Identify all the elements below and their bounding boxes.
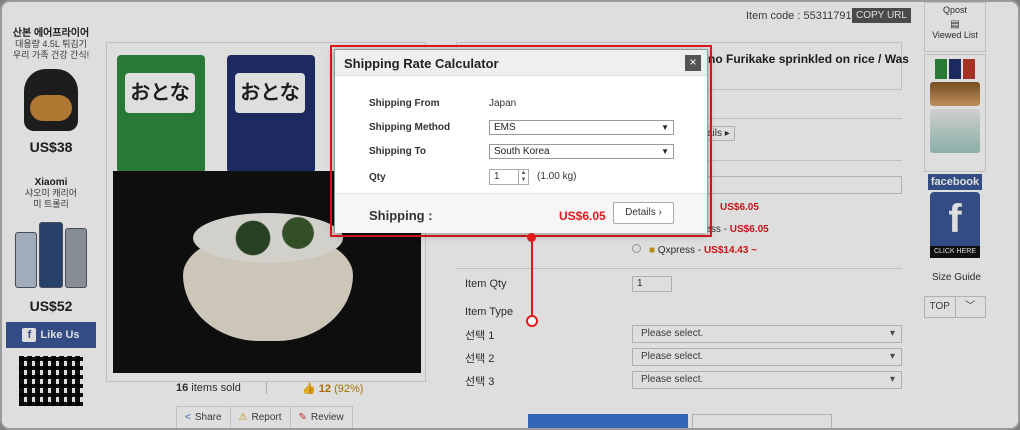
qty-stepper[interactable]: 1 ▲ ▼ xyxy=(489,169,529,185)
left-ad-column: 산본 에어프라이어 대용량 4.5L 튀김기 우리 가족 건강 간식! US$3… xyxy=(6,2,96,428)
shipping-to-label: Shipping To xyxy=(369,146,427,157)
warning-icon: ⚠ xyxy=(238,412,248,423)
thumbs-up-icon: 👍 xyxy=(302,383,316,395)
ad-desc: 우리 가족 건강 간식! xyxy=(12,50,90,60)
spinner-icon[interactable]: ▲ ▼ xyxy=(518,170,528,184)
pack-label: おとな xyxy=(235,73,305,113)
box-icon: ■ xyxy=(649,245,656,256)
ad-desc: 대용량 4.5L 튀김기 xyxy=(15,39,87,49)
modal-title: Shipping Rate Calculator xyxy=(344,56,499,71)
shipping-select[interactable] xyxy=(702,176,902,194)
shipping-option-1[interactable]: US$6.05 xyxy=(720,202,759,213)
shipping-to-select[interactable]: South Korea ▼ xyxy=(489,144,674,159)
callout-dot xyxy=(527,233,536,242)
ad-price: US$38 xyxy=(29,139,73,155)
viewed-list-label: Viewed List xyxy=(932,30,978,40)
shipping-total-label: Shipping : xyxy=(369,208,433,223)
option-select-1[interactable]: Please select. xyxy=(632,325,902,343)
ad-luggage[interactable]: Xiaomi 샤오미 캐리어 미 트롤리 US$52 xyxy=(6,177,96,314)
review-button[interactable]: ✎ Review xyxy=(291,407,352,428)
pack-label: おとな xyxy=(125,73,195,113)
share-button[interactable]: < Share xyxy=(177,407,231,428)
browser-frame: 산본 에어프라이어 대용량 4.5L 튀김기 우리 가족 건강 간식! US$3… xyxy=(0,0,1020,430)
product-pack-blue[interactable]: おとな xyxy=(227,55,315,173)
shipping-rate-modal: Shipping Rate Calculator × Shipping From… xyxy=(334,49,708,233)
close-icon[interactable]: × xyxy=(685,55,701,71)
qr-code xyxy=(19,356,83,406)
copy-url-button[interactable]: COPY URL xyxy=(852,8,911,23)
size-guide-link[interactable]: Size Guide xyxy=(932,272,981,283)
ad-brand: 산본 에어프라이어 xyxy=(12,28,90,39)
option-label: 선택 3 xyxy=(465,376,495,388)
sold-count: 16 items sold xyxy=(176,382,241,394)
ad-desc: 샤오미 캐리어 xyxy=(24,188,78,198)
viewed-thumb[interactable] xyxy=(935,59,947,79)
likes-count[interactable]: 👍 12 (92%) xyxy=(302,382,363,395)
dropdown-arrow-icon: ▼ xyxy=(661,147,669,156)
luggage-image xyxy=(11,214,91,294)
action-bar: < Share ⚠ Report ✎ Review xyxy=(176,406,353,428)
facebook-banner[interactable]: facebook xyxy=(928,174,982,190)
callout-line xyxy=(531,237,533,319)
ad-price: US$52 xyxy=(29,298,73,314)
share-icon: < xyxy=(185,412,191,423)
modal-header: Shipping Rate Calculator × xyxy=(335,50,707,76)
ad-airfryer[interactable]: 산본 에어프라이어 대용량 4.5L 튀김기 우리 가족 건강 간식! US$3… xyxy=(6,24,96,155)
option-label: 선택 2 xyxy=(465,353,495,365)
ad-brand: Xiaomi xyxy=(34,177,68,188)
chevron-right-icon: › xyxy=(658,207,662,218)
shipping-from-value: Japan xyxy=(489,98,517,109)
facebook-like-button[interactable]: f Like Us xyxy=(6,322,96,348)
modal-footer: Shipping : US$6.05 Details › xyxy=(335,193,707,233)
viewed-thumbs xyxy=(924,54,986,172)
clipboard-icon: ▤ xyxy=(950,19,960,30)
product-stats: 16 items sold 👍 12 (92%) < Share ⚠ Report … xyxy=(106,382,426,428)
viewed-list-box[interactable]: Qpost ▤ Viewed List xyxy=(924,2,986,52)
shipping-total-price: US$6.05 xyxy=(559,209,606,223)
option-label: 선택 1 xyxy=(465,330,495,342)
shipping-method-select[interactable]: EMS ▼ xyxy=(489,120,674,135)
dropdown-arrow-icon: ▼ xyxy=(661,123,669,132)
right-sidebar: Qpost ▤ Viewed List facebook f CLICK HER… xyxy=(924,2,988,428)
viewed-thumb[interactable] xyxy=(930,109,980,153)
shipping-method-label: Shipping Method xyxy=(369,122,451,133)
top-controls: TOP ﹀ xyxy=(924,296,986,318)
airfryer-image xyxy=(16,65,86,135)
qty-weight: (1.00 kg) xyxy=(537,171,577,182)
item-qty-label: Item Qty xyxy=(465,278,507,290)
shipping-option-2[interactable]: ress - US$6.05 xyxy=(702,224,769,235)
shipping-option-qxpress[interactable]: ■ Qxpress - US$14.43 ~ xyxy=(632,244,757,256)
top-button[interactable]: TOP xyxy=(925,297,956,317)
viewed-thumb[interactable] xyxy=(963,59,975,79)
report-button[interactable]: ⚠ Report xyxy=(231,407,291,428)
viewed-thumb[interactable] xyxy=(930,82,980,106)
chevron-down-icon[interactable]: ﹀ xyxy=(956,297,986,317)
ad-desc: 미 트롤리 xyxy=(33,199,69,209)
viewed-thumb[interactable] xyxy=(949,59,961,79)
option-select-3[interactable]: Please select. xyxy=(632,371,902,389)
product-title: no Furikake sprinkled on rice / Was xyxy=(708,52,909,66)
details-button[interactable]: Details › xyxy=(613,202,674,224)
item-type-label: Item Type xyxy=(465,306,514,318)
add-to-cart-button[interactable] xyxy=(692,414,832,428)
qpost-label: Qpost xyxy=(942,5,967,15)
option-select-2[interactable]: Please select. xyxy=(632,348,902,366)
facebook-icon: f xyxy=(22,328,37,342)
callout-anchor xyxy=(526,315,538,327)
radio-button[interactable] xyxy=(632,244,641,253)
buy-now-button[interactable] xyxy=(528,414,688,428)
item-code: Item code : 553117914 xyxy=(746,10,858,22)
item-qty-input[interactable]: 1 xyxy=(632,276,672,292)
click-here-label: CLICK HERE xyxy=(930,246,980,258)
product-pack-green[interactable]: おとな xyxy=(117,55,205,173)
pencil-icon: ✎ xyxy=(298,412,307,423)
qty-label: Qty xyxy=(369,172,386,183)
shipping-from-label: Shipping From xyxy=(369,98,440,109)
